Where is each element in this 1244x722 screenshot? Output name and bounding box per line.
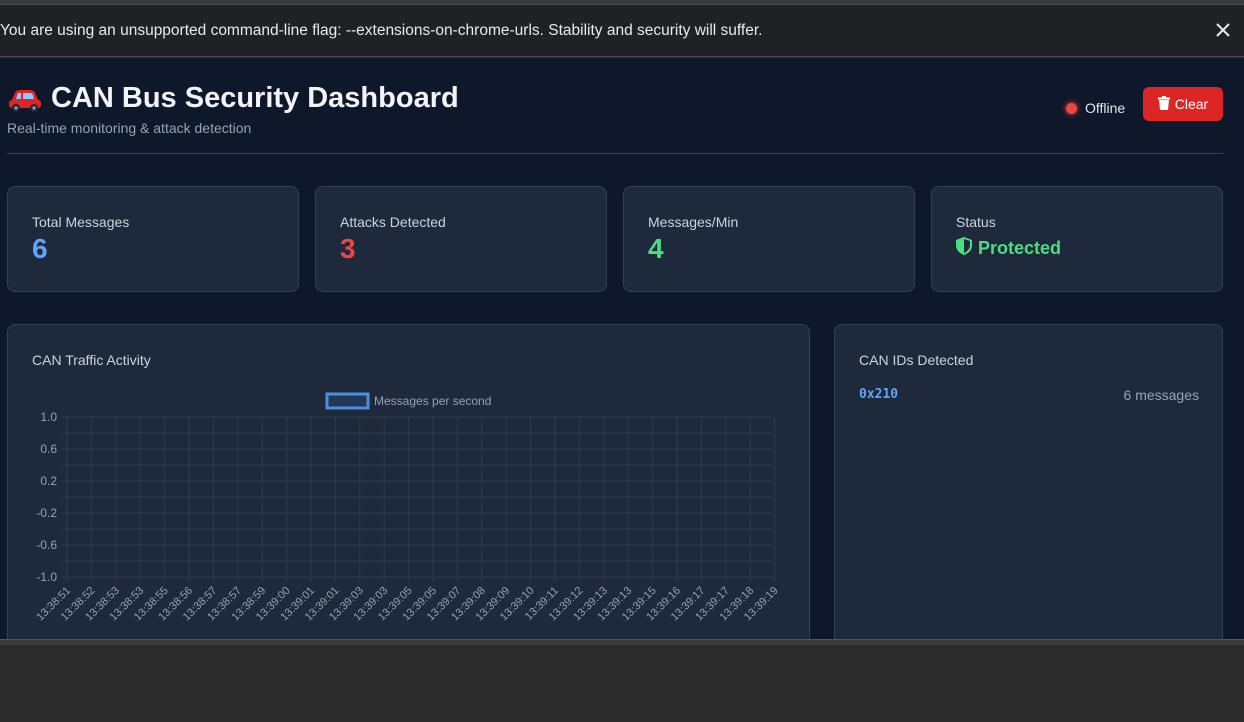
legend-label: Messages per second	[374, 394, 491, 408]
y-tick-label: 1.0	[40, 410, 57, 424]
page-title: CAN Bus Security Dashboard	[7, 82, 459, 115]
status-dot-icon	[1066, 102, 1077, 114]
y-tick-label: -0.2	[36, 506, 57, 520]
legend-swatch	[325, 392, 370, 410]
stat-card-attacks-detected: Attacks Detected 3	[315, 186, 607, 292]
clear-button-label: Clear	[1174, 96, 1209, 112]
stat-card-status: Status Protected	[931, 186, 1223, 292]
dashboard-header: CAN Bus Security Dashboard Real-time mon…	[7, 80, 1223, 154]
stat-value: 3	[340, 233, 356, 264]
dashboard-app: CAN Bus Security Dashboard Real-time mon…	[0, 58, 1244, 639]
page-subtitle: Real-time monitoring & attack detection	[7, 120, 252, 136]
y-tick-label: 0.6	[40, 442, 57, 456]
connection-indicator: Offline	[1066, 100, 1125, 116]
list-item[interactable]: 0x210 6 messages	[859, 387, 1199, 403]
stat-label: Status	[956, 214, 996, 230]
can-id: 0x210	[859, 387, 899, 402]
traffic-chart-panel: CAN Traffic Activity 1.0 0.6 0.2 -0.2 -0.6 -1…	[7, 324, 810, 639]
stats-row: Total Messages 6 Attacks Detected 3 Mess…	[7, 186, 1223, 292]
shield-icon	[956, 237, 972, 260]
status-badge: Protected	[956, 237, 1061, 260]
trash-icon	[1157, 95, 1170, 113]
traffic-chart: 1.00.60.2-0.2-0.6-1.013:38:5113:38:5213:…	[34, 392, 781, 623]
stat-card-total-messages: Total Messages 6	[7, 186, 299, 292]
page-title-text: CAN Bus Security Dashboard	[51, 82, 459, 114]
panel-title: CAN IDs Detected	[859, 352, 974, 368]
message-count: 6 messages	[1123, 387, 1199, 403]
y-tick-label: -0.6	[36, 538, 57, 552]
status-value: Protected	[978, 238, 1062, 258]
can-ids-panel: CAN IDs Detected 0x210 6 messages	[834, 324, 1223, 639]
unsupported-flag-infobar: You are using an unsupported command-lin…	[0, 4, 1244, 57]
connection-status-text: Offline	[1085, 100, 1126, 116]
window-bottom-bar	[0, 639, 1244, 645]
stat-card-messages-per-min: Messages/Min 4	[623, 186, 915, 292]
clear-button[interactable]: Clear	[1143, 87, 1223, 121]
car-icon	[7, 84, 43, 114]
stat-label: Total Messages	[32, 214, 130, 230]
close-icon[interactable]	[1212, 19, 1234, 41]
stat-value: 6	[32, 233, 48, 264]
stat-label: Attacks Detected	[340, 214, 446, 230]
y-tick-label: -1.0	[36, 570, 57, 584]
stat-label: Messages/Min	[648, 214, 739, 230]
stat-value: 4	[648, 233, 664, 264]
y-tick-label: 0.2	[40, 474, 57, 488]
panel-title: CAN Traffic Activity	[32, 352, 151, 368]
infobar-message: You are using an unsupported command-lin…	[0, 21, 763, 39]
